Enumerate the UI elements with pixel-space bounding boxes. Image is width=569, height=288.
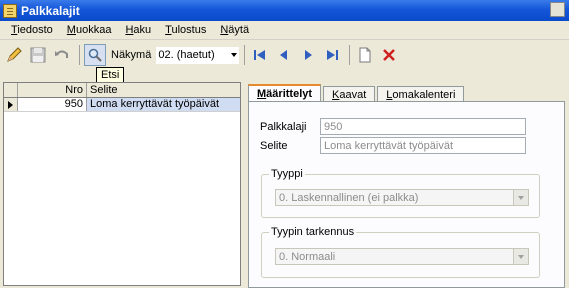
tyyppi-group: Tyyppi 0. Laskennallinen (ei palkka) bbox=[261, 168, 540, 218]
column-header-nro[interactable]: Nro bbox=[18, 83, 87, 97]
grid-header: Nro Selite bbox=[4, 83, 240, 98]
delete-icon[interactable] bbox=[378, 44, 400, 66]
menu-tulostus[interactable]: Tulostus bbox=[158, 24, 213, 36]
next-record-icon[interactable] bbox=[297, 44, 319, 66]
palkkalaji-field[interactable]: 950 bbox=[320, 118, 526, 135]
palkkalaji-label: Palkkalaji bbox=[260, 121, 307, 133]
tyyppi-select[interactable]: 0. Laskennallinen (ei palkka) bbox=[275, 189, 529, 206]
row-indicator bbox=[4, 98, 18, 111]
current-row-marker-icon bbox=[8, 100, 13, 109]
row-indicator-header bbox=[4, 83, 18, 97]
records-grid: Nro Selite 950 Loma kerryttävät työpäivä… bbox=[3, 82, 241, 286]
menu-bar: Tiedosto Muokkaa Haku Tulostus Näytä bbox=[0, 21, 569, 40]
window-title: Palkkalajit bbox=[21, 3, 80, 18]
undo-icon[interactable] bbox=[51, 44, 73, 66]
edit-icon[interactable] bbox=[3, 44, 25, 66]
tyyppi-group-title: Tyyppi bbox=[269, 168, 305, 180]
title-bar[interactable]: Palkkalajit bbox=[0, 0, 569, 21]
chevron-down-icon[interactable] bbox=[513, 190, 528, 205]
tab-lomakalenteri[interactable]: Lomakalenteri bbox=[377, 86, 465, 102]
tyypin-tarkennus-group-title: Tyypin tarkennus bbox=[269, 226, 357, 238]
chevron-down-icon[interactable] bbox=[513, 249, 528, 264]
previous-record-icon[interactable] bbox=[273, 44, 295, 66]
copy-icon[interactable] bbox=[354, 44, 376, 66]
view-select[interactable]: 02. (haetut) bbox=[155, 45, 241, 65]
save-icon[interactable] bbox=[27, 44, 49, 66]
tab-strip: Määrittelyt Kaavat Lomakalenteri bbox=[248, 84, 466, 102]
toolbar: Näkymä 02. (haetut) bbox=[0, 41, 569, 69]
tyypin-tarkennus-group: Tyypin tarkennus 0. Normaali bbox=[261, 226, 540, 278]
selite-field[interactable]: Loma kerryttävät työpäivät bbox=[320, 137, 526, 154]
toolbar-separator bbox=[349, 45, 351, 65]
tooltip: Etsi bbox=[96, 67, 125, 83]
table-row[interactable]: 950 Loma kerryttävät työpäivät bbox=[4, 98, 240, 112]
view-label: Näkymä bbox=[111, 49, 152, 61]
toolbar-separator bbox=[79, 45, 80, 65]
close-button[interactable] bbox=[550, 2, 565, 17]
menu-nayta[interactable]: Näytä bbox=[213, 24, 256, 36]
tab-maarittelyt[interactable]: Määrittelyt bbox=[248, 84, 322, 102]
menu-muokkaa[interactable]: Muokkaa bbox=[60, 24, 119, 36]
last-record-icon[interactable] bbox=[321, 44, 343, 66]
tab-kaavat[interactable]: Kaavat bbox=[323, 86, 376, 102]
tab-panel-maarittelyt: Palkkalaji 950 Selite Loma kerryttävät t… bbox=[248, 101, 565, 288]
cell-selite[interactable]: Loma kerryttävät työpäivät bbox=[87, 98, 240, 111]
cell-nro[interactable]: 950 bbox=[18, 98, 87, 111]
column-header-selite[interactable]: Selite bbox=[87, 83, 240, 97]
toolbar-separator bbox=[244, 45, 246, 65]
first-record-icon[interactable] bbox=[249, 44, 271, 66]
menu-tiedosto[interactable]: Tiedosto bbox=[4, 24, 60, 36]
selite-label: Selite bbox=[260, 140, 288, 152]
menu-haku[interactable]: Haku bbox=[118, 24, 158, 36]
search-icon[interactable] bbox=[84, 44, 106, 66]
chevron-down-icon bbox=[231, 52, 238, 57]
tyypin-tarkennus-select[interactable]: 0. Normaali bbox=[275, 248, 529, 265]
app-icon bbox=[3, 3, 17, 18]
